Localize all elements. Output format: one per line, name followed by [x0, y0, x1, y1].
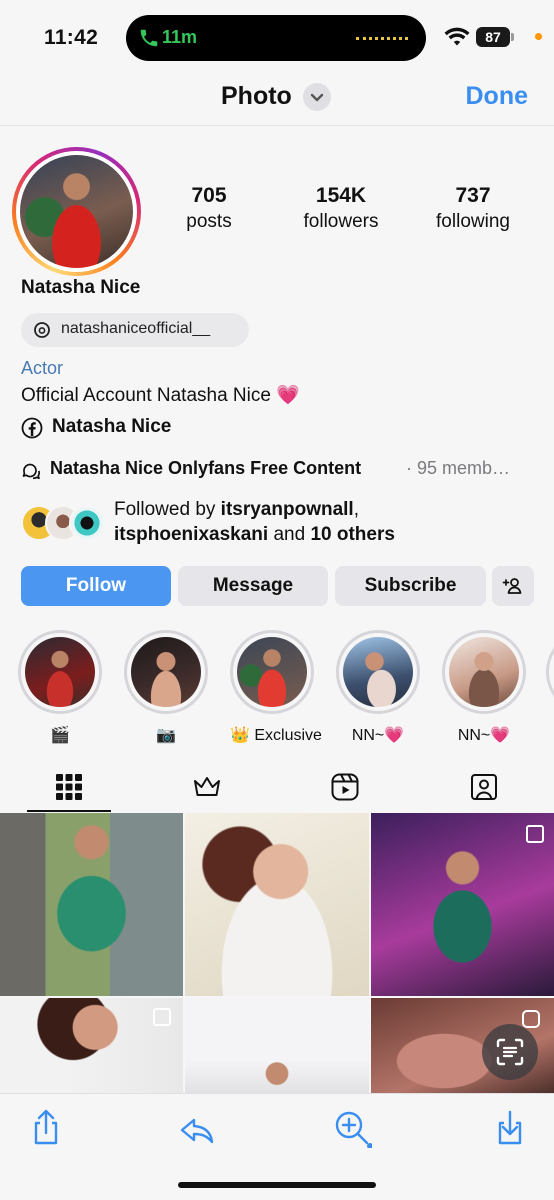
heart-emoji: 💗: [276, 385, 300, 406]
story-highlight[interactable]: NN~💗: [336, 630, 420, 745]
story-highlight[interactable]: NN~💗: [442, 630, 526, 745]
status-time: 11:42: [44, 26, 99, 49]
followed-by-separator: ,: [353, 499, 359, 520]
story-highlight[interactable]: 👑 Exclusive: [230, 630, 322, 745]
facebook-icon: [21, 417, 43, 439]
instagram-profile-screenshot: 705 posts 154K followers 737 following N…: [0, 127, 554, 1093]
stat-posts[interactable]: 705 posts: [154, 183, 264, 235]
mutual-avatar: [69, 505, 105, 541]
dynamic-island[interactable]: 11m: [126, 15, 426, 61]
audio-waveform-icon: [356, 37, 408, 40]
mutual-followers-avatars[interactable]: [21, 505, 105, 543]
following-count: 737: [455, 184, 491, 207]
story-highlight-partial[interactable]: [546, 630, 554, 714]
wifi-icon: [444, 27, 470, 46]
threads-icon: [34, 322, 50, 338]
highlight-label: NN~💗: [351, 727, 405, 744]
posts-grid: [0, 813, 554, 1093]
post-thumbnail[interactable]: [371, 813, 554, 996]
battery-cap: [511, 33, 514, 41]
share-icon[interactable]: [26, 1108, 66, 1148]
tab-posts-grid[interactable]: [27, 764, 111, 812]
live-text-icon: [496, 1038, 524, 1066]
highlight-cover: [449, 637, 519, 707]
post-thumbnail[interactable]: [185, 998, 369, 1093]
subscribe-button[interactable]: Subscribe: [335, 566, 486, 606]
highlight-label: NN~💗: [457, 727, 511, 744]
reply-icon[interactable]: [178, 1108, 218, 1148]
post-thumbnail[interactable]: [0, 998, 183, 1093]
threads-badge[interactable]: natashaniceofficial__: [21, 313, 249, 347]
tab-tagged[interactable]: [442, 764, 526, 812]
profile-tabs: [0, 764, 554, 814]
tab-reels[interactable]: [303, 764, 387, 812]
stat-following[interactable]: 737 following: [418, 183, 528, 235]
tab-subscriptions[interactable]: [165, 764, 249, 812]
followers-count: 154K: [315, 184, 367, 207]
phone-icon: [140, 29, 158, 47]
mutual-user-1: itsryanpownall: [220, 499, 354, 520]
highlight-cover: [343, 637, 413, 707]
channel-chat-icon: [22, 463, 40, 480]
following-label: following: [436, 211, 510, 232]
crown-icon: [194, 777, 220, 796]
download-icon[interactable]: [490, 1108, 530, 1148]
story-highlight[interactable]: 📷: [124, 630, 208, 745]
mutual-user-2: itsphoenixaskani: [114, 524, 269, 545]
tagged-icon: [471, 774, 497, 800]
live-text-button[interactable]: [482, 1024, 538, 1080]
home-indicator[interactable]: [178, 1182, 376, 1188]
broadcast-channel-link[interactable]: Natasha Nice Onlyfans Free Content · 95 …: [21, 458, 541, 482]
highlight-label: 🎬: [50, 727, 70, 744]
highlight-label: 📷: [156, 727, 176, 744]
grid-icon: [56, 774, 82, 800]
posts-label: posts: [186, 211, 232, 232]
call-timer: 11m: [162, 27, 198, 47]
carousel-icon: [526, 825, 544, 843]
battery-indicator: 87: [476, 27, 510, 47]
post-thumbnail[interactable]: [0, 813, 183, 996]
profile-avatar-story-ring[interactable]: [12, 147, 141, 276]
threads-handle: natashaniceofficial__: [61, 320, 211, 337]
mutual-others: 10 others: [310, 524, 395, 545]
followed-by-and: and: [268, 524, 311, 545]
title-menu-button[interactable]: [303, 83, 331, 111]
privacy-indicator-dot: [535, 33, 542, 40]
photo-nav-bar: Photo Done: [0, 74, 554, 126]
highlight-cover: [237, 637, 307, 707]
profile-category: Actor: [21, 358, 64, 378]
highlight-cover: [25, 637, 95, 707]
profile-name: Natasha Nice: [21, 277, 141, 298]
profile-avatar: [20, 155, 133, 268]
carousel-icon: [153, 1008, 171, 1026]
suggested-users-button[interactable]: [492, 566, 534, 606]
channel-members: · 95 memb…: [406, 458, 511, 478]
bio-text: Official Account Natasha Nice: [21, 385, 271, 406]
stat-followers[interactable]: 154K followers: [286, 183, 396, 235]
profile-bio: Official Account Natasha Nice 💗: [21, 383, 300, 407]
followers-label: followers: [303, 211, 379, 232]
chevron-down-icon: [310, 93, 324, 102]
reels-icon: [331, 773, 359, 801]
nav-title[interactable]: Photo: [221, 82, 292, 111]
facebook-label: Natasha Nice: [52, 416, 172, 437]
done-button[interactable]: Done: [466, 82, 529, 111]
add-person-icon: [502, 578, 522, 594]
zoom-in-icon[interactable]: [332, 1108, 372, 1148]
post-thumbnail[interactable]: [185, 813, 369, 996]
status-bar: 11:42 11m 87: [0, 0, 554, 74]
message-button[interactable]: Message: [178, 566, 328, 606]
followed-by-prefix: Followed by: [114, 499, 221, 520]
highlight-label: 👑 Exclusive: [230, 727, 322, 744]
posts-count: 705: [191, 184, 227, 207]
followed-by-text[interactable]: Followed by itsryanpownall, itsphoenixas…: [114, 497, 395, 547]
story-highlight[interactable]: 🎬: [18, 630, 102, 745]
channel-title: Natasha Nice Onlyfans Free Content: [50, 458, 362, 478]
highlight-cover: [131, 637, 201, 707]
follow-button[interactable]: Follow: [21, 566, 171, 606]
